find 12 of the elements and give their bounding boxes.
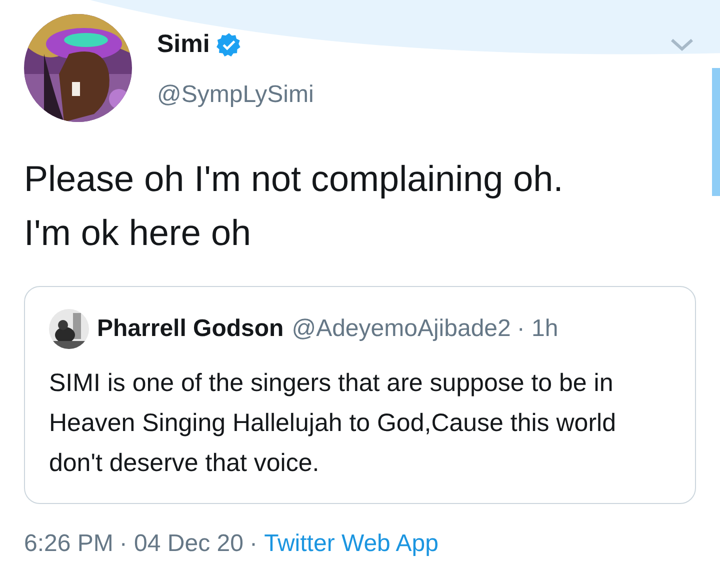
tweet-text: Please oh I'm not complaining oh. I'm ok here oh: [24, 157, 564, 255]
quoted-tweet-text: SIMI is one of the singers that are suppose to be in Heaven Singing Hallelujah to God,Cause this world don't deserve that voice.: [49, 368, 617, 479]
quoted-tweet-card[interactable]: Pharrell Godson @AdeyemoAjibade2 · 1h SIMI is one of the singers that are suppose to be in Heaven Singing Hallelujah to God,Cause this world don't deserve that voice.: [24, 286, 696, 504]
quoted-author-handle: @AdeyemoAjibade2: [292, 315, 511, 343]
quoted-time: · 1h: [516, 315, 558, 343]
author-handle[interactable]: @SympLySimi: [157, 81, 314, 109]
author-name[interactable]: Simi: [157, 30, 210, 59]
tweet-time: 6:26 PM: [24, 530, 114, 558]
separator-dot: ·: [249, 530, 258, 558]
chevron-down-icon[interactable]: [670, 38, 694, 52]
quoted-author-name: Pharrell Godson: [97, 315, 284, 343]
tweet-date: · 04 Dec 20: [119, 530, 244, 558]
